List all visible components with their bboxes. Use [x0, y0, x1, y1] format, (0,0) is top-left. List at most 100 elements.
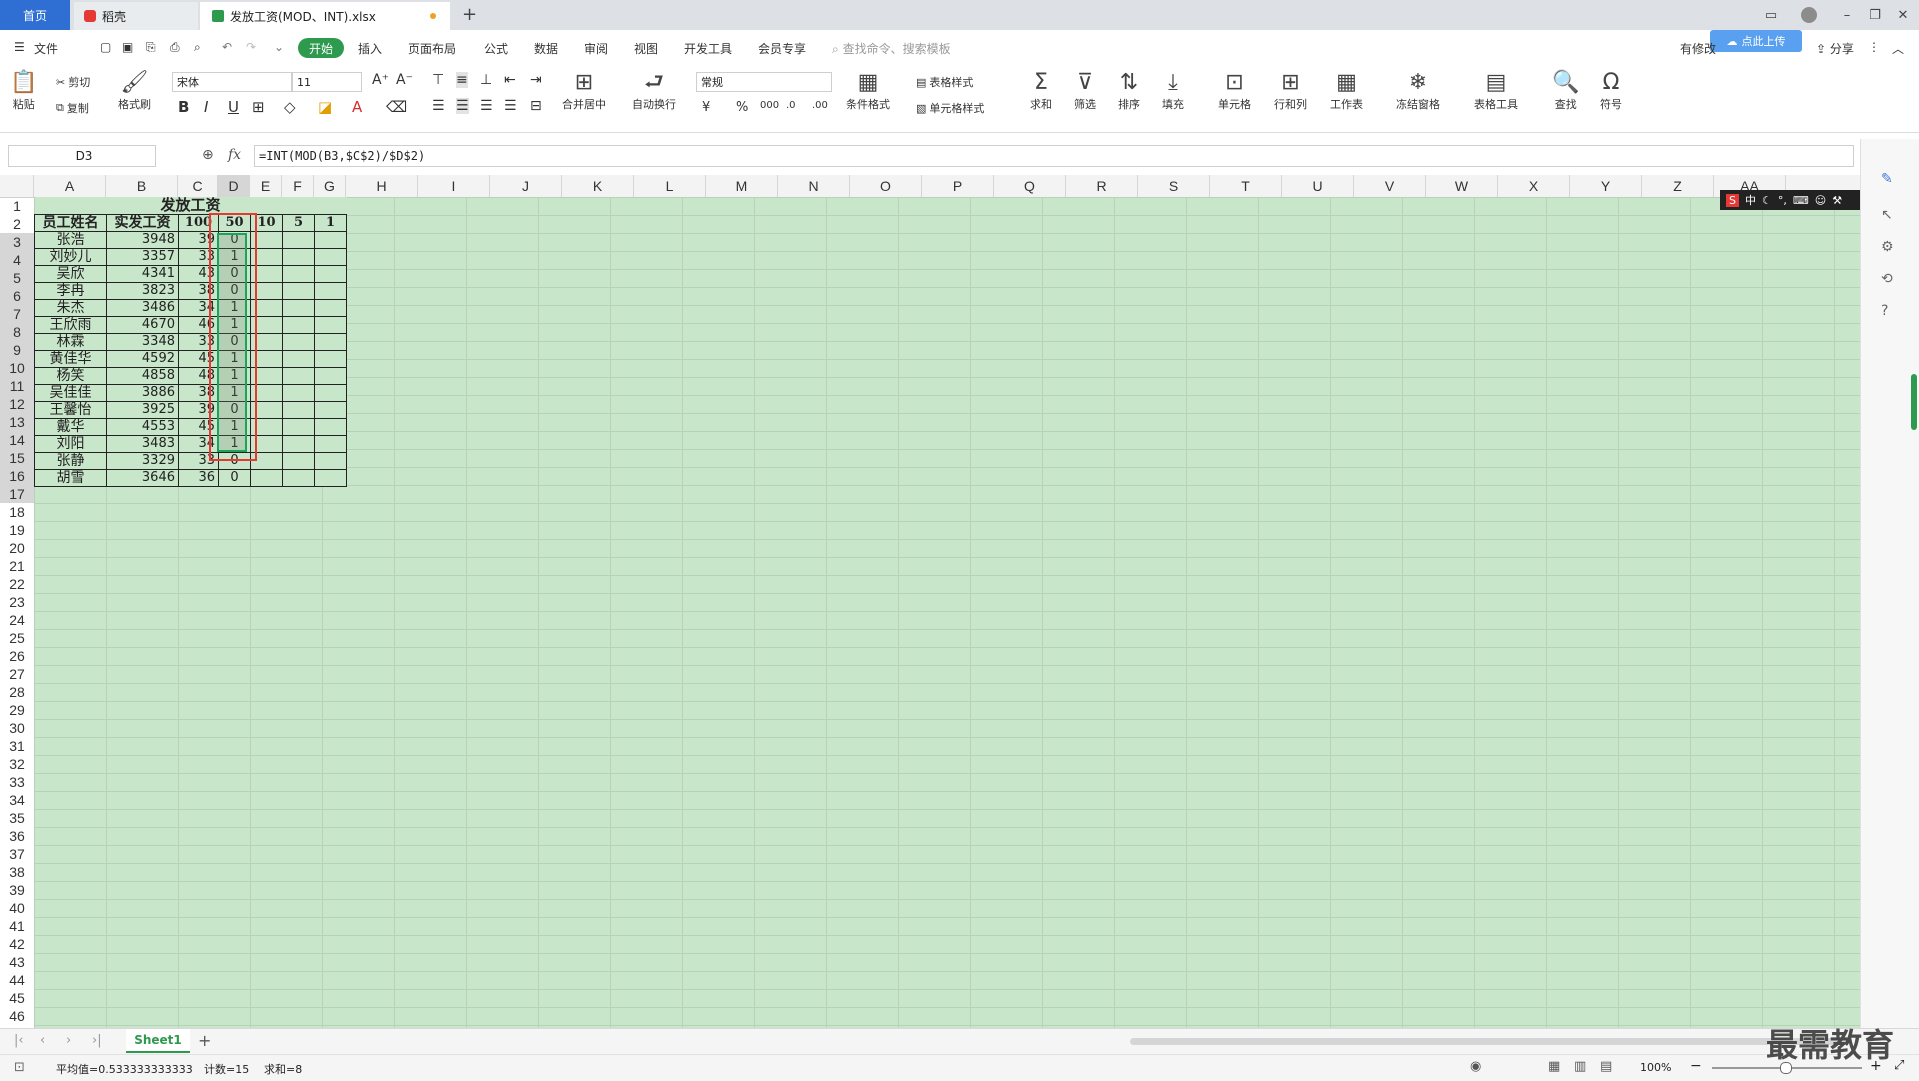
align-right-icon[interactable]: ☰ [480, 98, 493, 114]
zoom-out-icon[interactable]: − [1690, 1058, 1702, 1074]
row-header[interactable]: 9 [0, 341, 34, 359]
row-header[interactable]: 35 [0, 809, 34, 827]
page-layout-icon[interactable]: ▥ [1574, 1059, 1586, 1074]
first-sheet-icon[interactable]: |‹ [14, 1033, 24, 1048]
empty-cell[interactable] [314, 366, 347, 385]
name-box[interactable]: D3 [8, 145, 156, 167]
name-cell[interactable]: 李冉 [34, 281, 107, 300]
sheet-tab-sheet1[interactable]: Sheet1 [126, 1029, 190, 1053]
menu-dev[interactable]: 开发工具 [684, 40, 732, 57]
empty-cell[interactable] [314, 383, 347, 402]
row-header[interactable]: 26 [0, 647, 34, 665]
empty-cell[interactable] [314, 315, 347, 334]
format-painter-button[interactable]: 🖌 格式刷 [118, 70, 151, 112]
macro-record-icon[interactable]: ⊡ [14, 1060, 25, 1075]
salary-cell[interactable]: 3486 [106, 298, 179, 317]
row-header[interactable]: 17 [0, 485, 34, 503]
row-header[interactable]: 38 [0, 863, 34, 881]
row-col-button[interactable]: ⊞ 行和列 [1274, 70, 1307, 112]
empty-cell[interactable] [314, 434, 347, 453]
empty-cell[interactable] [282, 247, 315, 266]
menu-start[interactable]: 开始 [298, 38, 344, 58]
row-header[interactable]: 32 [0, 755, 34, 773]
empty-cell[interactable] [282, 417, 315, 436]
empty-cell[interactable] [314, 264, 347, 283]
row-header[interactable]: 21 [0, 557, 34, 575]
close-icon[interactable]: ✕ [1892, 4, 1914, 26]
empty-cell[interactable] [314, 281, 347, 300]
row-header[interactable]: 42 [0, 935, 34, 953]
empty-cell[interactable] [314, 298, 347, 317]
decrease-font-icon[interactable]: A⁻ [396, 72, 413, 88]
header-cell[interactable]: 实发工资 [106, 213, 179, 232]
row-header[interactable]: 3 [0, 233, 34, 251]
select-all-corner[interactable] [0, 175, 34, 197]
row-header[interactable]: 23 [0, 593, 34, 611]
tab-home[interactable]: 首页 [0, 0, 70, 30]
column-header-p[interactable]: P [922, 175, 994, 197]
empty-cell[interactable] [282, 349, 315, 368]
decrease-decimal-icon[interactable]: .00 [812, 100, 828, 111]
zoom-level[interactable]: 100% [1640, 1061, 1671, 1074]
page-break-icon[interactable]: ▤ [1600, 1059, 1612, 1074]
empty-cell[interactable] [250, 468, 283, 487]
menu-member[interactable]: 会员专享 [758, 40, 806, 57]
add-sheet-button[interactable]: + [198, 1031, 211, 1050]
salary-cell[interactable]: 3483 [106, 434, 179, 453]
name-cell[interactable]: 吴欣 [34, 264, 107, 283]
salary-cell[interactable]: 4592 [106, 349, 179, 368]
salary-cell[interactable]: 3348 [106, 332, 179, 351]
column-header-a[interactable]: A [34, 175, 106, 197]
row-header[interactable]: 13 [0, 413, 34, 431]
column-header-t[interactable]: T [1210, 175, 1282, 197]
name-cell[interactable]: 王馨怡 [34, 400, 107, 419]
number-format-select[interactable]: 常规 [696, 72, 832, 92]
menu-layout[interactable]: 页面布局 [408, 40, 456, 57]
column-header-m[interactable]: M [706, 175, 778, 197]
sidebar-scroll-indicator[interactable] [1911, 374, 1917, 430]
empty-cell[interactable] [314, 349, 347, 368]
align-top-icon[interactable]: ⊤ [432, 72, 444, 88]
row-header[interactable]: 18 [0, 503, 34, 521]
empty-cell[interactable] [282, 468, 315, 487]
name-cell[interactable]: 刘妙儿 [34, 247, 107, 266]
row-header[interactable]: 28 [0, 683, 34, 701]
empty-cell[interactable] [314, 468, 347, 487]
prev-sheet-icon[interactable]: ‹ [40, 1033, 45, 1048]
name-cell[interactable]: 王欣雨 [34, 315, 107, 334]
name-cell[interactable]: 黄佳华 [34, 349, 107, 368]
print-icon[interactable]: ⎙ [170, 40, 180, 55]
collapse-ribbon-icon[interactable]: ︿ [1892, 40, 1904, 57]
merge-center-button[interactable]: ⊞ 合并居中 [562, 70, 606, 112]
fill-color-icon[interactable]: ◪ [318, 98, 332, 116]
empty-cell[interactable] [282, 434, 315, 453]
indent-increase-icon[interactable]: ⇥ [530, 72, 542, 88]
salary-cell[interactable]: 3357 [106, 247, 179, 266]
window-mode-icon[interactable]: ▭ [1760, 4, 1782, 26]
column-header-r[interactable]: R [1066, 175, 1138, 197]
name-cell[interactable]: 林霖 [34, 332, 107, 351]
salary-cell[interactable]: 3823 [106, 281, 179, 300]
clear-format-icon[interactable]: ⌫ [386, 98, 407, 116]
empty-cell[interactable] [282, 383, 315, 402]
new-tab-button[interactable]: + [462, 4, 477, 25]
column-header-i[interactable]: I [418, 175, 490, 197]
formula-input[interactable]: =INT(MOD(B3,$C$2)/$D$2) [254, 145, 1854, 167]
more-icon[interactable]: ⌄ [274, 40, 284, 54]
menu-data[interactable]: 数据 [534, 40, 558, 57]
empty-cell[interactable] [282, 230, 315, 249]
table-tools-button[interactable]: ▤ 表格工具 [1474, 70, 1518, 112]
column-header-l[interactable]: L [634, 175, 706, 197]
name-cell[interactable]: 刘阳 [34, 434, 107, 453]
sidebar-edit-icon[interactable]: ✎ [1881, 171, 1893, 187]
minimize-icon[interactable]: – [1836, 4, 1858, 26]
redo-icon[interactable]: ↷ [246, 40, 256, 54]
tab-document[interactable]: 发放工资(MOD、INT).xlsx [200, 2, 450, 30]
empty-cell[interactable] [282, 332, 315, 351]
row-header[interactable]: 6 [0, 287, 34, 305]
column-header-e[interactable]: E [250, 175, 282, 197]
menu-formula[interactable]: 公式 [484, 40, 508, 57]
name-cell[interactable]: 朱杰 [34, 298, 107, 317]
row-header[interactable]: 44 [0, 971, 34, 989]
empty-cell[interactable] [282, 264, 315, 283]
